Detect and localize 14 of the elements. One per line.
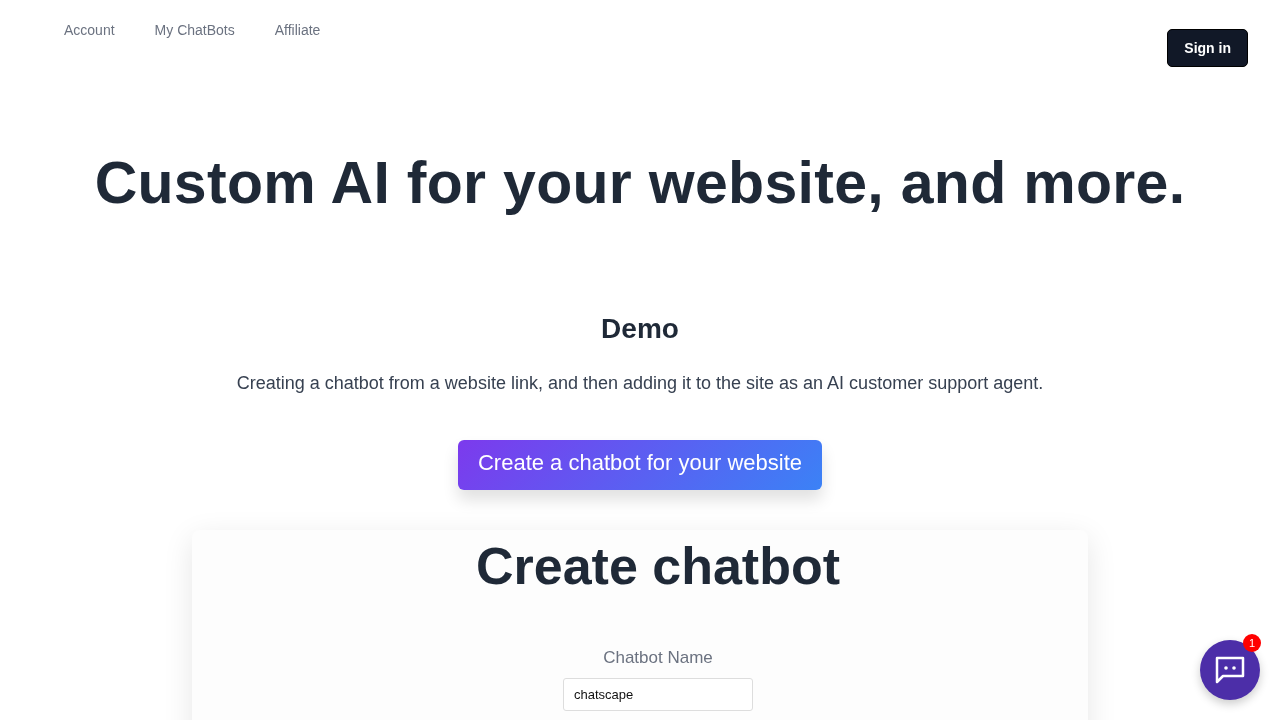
hero-title: Custom AI for your website, and more. xyxy=(94,149,1186,217)
nav-link[interactable]: Affiliate xyxy=(274,22,321,38)
chat-widget-button[interactable] xyxy=(1200,640,1260,700)
nav-link[interactable]: My ChatBots xyxy=(154,22,235,38)
chatbot-name-field[interactable]: chatscape xyxy=(563,678,753,711)
notification-badge: 1 xyxy=(1243,634,1261,652)
demo-title: Demo xyxy=(601,313,679,345)
sign-in-button[interactable]: Sign in xyxy=(1167,29,1248,67)
chat-icon xyxy=(1214,655,1246,685)
create-chatbot-button[interactable]: Create a chatbot for your website xyxy=(457,440,823,490)
demo-description: Creating a chatbot from a website link, and then adding it to the site as an AI customer support agent. xyxy=(236,373,1044,394)
card-title: Create chatbot xyxy=(475,536,841,596)
nav-link[interactable]: Account xyxy=(64,22,115,38)
field-label: Chatbot Name xyxy=(603,648,713,668)
